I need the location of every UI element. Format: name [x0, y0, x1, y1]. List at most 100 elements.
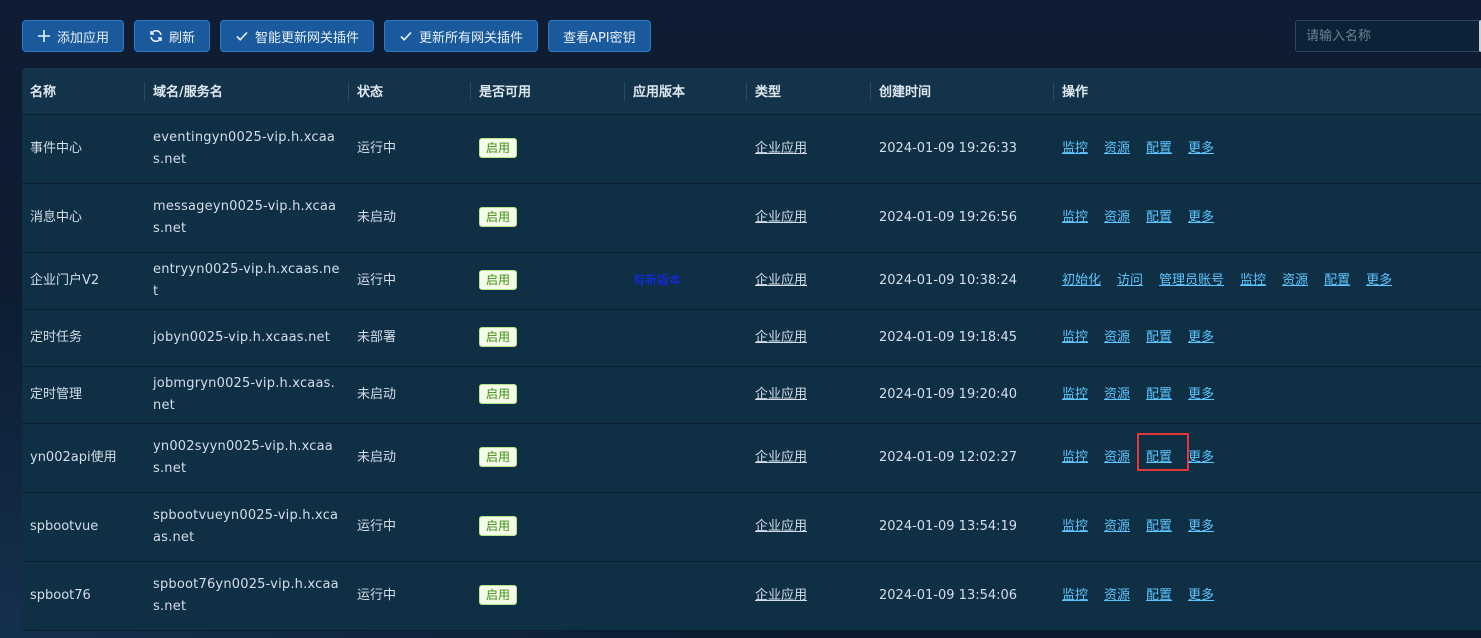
- action-link[interactable]: 监控: [1240, 270, 1266, 292]
- created-time: 2024-01-09 13:54:06: [871, 561, 1054, 631]
- app-status: 运行中: [349, 252, 471, 310]
- app-domain: eventingyn0025-vip.h.xcaas.net: [145, 114, 349, 184]
- action-link[interactable]: 资源: [1104, 447, 1130, 469]
- enabled-badge: 启用: [479, 515, 518, 536]
- column-header-name: 名称: [22, 68, 145, 115]
- app-type[interactable]: 企业应用: [755, 387, 807, 402]
- actions-cell: 监控 资源 配置 更多: [1054, 492, 1481, 562]
- version-cell: [625, 423, 747, 493]
- version-cell: 有新版本: [625, 252, 747, 310]
- action-link[interactable]: 监控: [1062, 138, 1088, 160]
- action-link[interactable]: 配置: [1324, 270, 1350, 292]
- action-link[interactable]: 更多: [1188, 207, 1214, 229]
- actions-group: 监控 资源 配置 更多: [1062, 138, 1473, 160]
- app-type[interactable]: 企业应用: [755, 330, 807, 345]
- version-cell: [625, 309, 747, 367]
- app-type[interactable]: 企业应用: [755, 141, 807, 156]
- version-cell: [625, 366, 747, 424]
- action-link[interactable]: 更多: [1188, 447, 1214, 469]
- created-time: 2024-01-09 12:02:27: [871, 423, 1054, 493]
- action-link[interactable]: 资源: [1104, 138, 1130, 160]
- smart-update-gateway-button[interactable]: 智能更新网关插件: [220, 20, 375, 52]
- action-link[interactable]: 资源: [1104, 516, 1130, 538]
- search-input[interactable]: [1295, 20, 1481, 52]
- enabled-cell: 启用: [471, 423, 625, 493]
- app-type[interactable]: 企业应用: [755, 519, 807, 534]
- type-cell: 企业应用: [747, 561, 871, 631]
- actions-group: 监控 资源 配置 更多: [1062, 384, 1473, 406]
- action-link[interactable]: 配置: [1146, 138, 1172, 160]
- action-link[interactable]: 监控: [1062, 207, 1088, 229]
- column-header-status: 状态: [349, 68, 471, 115]
- app-name: spboot76: [22, 561, 145, 631]
- version-link[interactable]: 有新版本: [633, 273, 681, 287]
- app-type[interactable]: 企业应用: [755, 210, 807, 225]
- action-link[interactable]: 配置: [1146, 207, 1172, 229]
- app-domain: messageyn0025-vip.h.xcaas.net: [145, 183, 349, 253]
- action-link[interactable]: 资源: [1104, 585, 1130, 607]
- app-domain: yn002syyn0025-vip.h.xcaas.net: [145, 423, 349, 493]
- table-row: 企业门户V2 entryyn0025-vip.h.xcaas.net 运行中 启…: [22, 252, 1481, 310]
- action-link[interactable]: 更多: [1188, 516, 1214, 538]
- app-type[interactable]: 企业应用: [755, 450, 807, 465]
- table-row: spbootvue spbootvueyn0025-vip.h.xcaas.ne…: [22, 492, 1481, 562]
- app-domain: entryyn0025-vip.h.xcaas.net: [145, 252, 349, 310]
- app-status: 未部署: [349, 309, 471, 367]
- refresh-button[interactable]: 刷新: [134, 20, 211, 52]
- table-header: 名称 域名/服务名 状态 是否可用 应用版本 类型 创建时间 操作: [22, 68, 1481, 115]
- app-name: 消息中心: [22, 183, 145, 253]
- action-link[interactable]: 更多: [1366, 270, 1392, 292]
- action-link[interactable]: 更多: [1188, 327, 1214, 349]
- actions-cell: 监控 资源 配置 更多: [1054, 309, 1481, 367]
- view-api-key-button[interactable]: 查看API密钥: [548, 20, 651, 52]
- enabled-badge: 启用: [479, 584, 518, 605]
- action-link[interactable]: 初始化: [1062, 270, 1101, 292]
- actions-group: 监控 资源 配置 更多: [1062, 327, 1473, 349]
- action-link[interactable]: 监控: [1062, 384, 1088, 406]
- actions-group: 监控 资源 配置 更多: [1062, 207, 1473, 229]
- version-cell: [625, 183, 747, 253]
- action-link[interactable]: 更多: [1188, 585, 1214, 607]
- app-name: spbootvue: [22, 492, 145, 562]
- action-link[interactable]: 配置: [1146, 585, 1172, 607]
- action-link[interactable]: 资源: [1104, 384, 1130, 406]
- action-link[interactable]: 配置: [1137, 432, 1190, 471]
- action-link[interactable]: 资源: [1104, 327, 1130, 349]
- enabled-cell: 启用: [471, 309, 625, 367]
- action-link[interactable]: 资源: [1282, 270, 1308, 292]
- action-link[interactable]: 监控: [1062, 327, 1088, 349]
- action-link[interactable]: 资源: [1104, 207, 1130, 229]
- enabled-cell: 启用: [471, 114, 625, 184]
- action-link[interactable]: 监控: [1062, 516, 1088, 538]
- action-link[interactable]: 配置: [1146, 327, 1172, 349]
- action-link[interactable]: 更多: [1188, 138, 1214, 160]
- check-icon: [235, 29, 249, 43]
- action-link[interactable]: 访问: [1117, 270, 1143, 292]
- check-icon: [399, 29, 413, 43]
- created-time: 2024-01-09 19:20:40: [871, 366, 1054, 424]
- column-header-type: 类型: [747, 68, 871, 115]
- action-link[interactable]: 管理员账号: [1159, 270, 1224, 292]
- type-cell: 企业应用: [747, 423, 871, 493]
- app-type[interactable]: 企业应用: [755, 588, 807, 603]
- actions-group: 初始化 访问 管理员账号 监控 资源 配置 更多: [1062, 270, 1473, 292]
- enabled-badge: 启用: [479, 206, 518, 227]
- actions-cell: 监控 资源 配置 更多: [1054, 114, 1481, 184]
- action-link[interactable]: 更多: [1188, 384, 1214, 406]
- type-cell: 企业应用: [747, 309, 871, 367]
- plus-icon: [37, 29, 51, 43]
- action-link[interactable]: 监控: [1062, 447, 1088, 469]
- app-domain: jobyn0025-vip.h.xcaas.net: [145, 309, 349, 367]
- created-time: 2024-01-09 13:54:19: [871, 492, 1054, 562]
- add-app-button[interactable]: 添加应用: [22, 20, 125, 52]
- action-link[interactable]: 监控: [1062, 585, 1088, 607]
- action-link[interactable]: 配置: [1146, 384, 1172, 406]
- app-status: 未启动: [349, 423, 471, 493]
- enabled-cell: 启用: [471, 183, 625, 253]
- version-cell: [625, 492, 747, 562]
- app-name: 定时管理: [22, 366, 145, 424]
- app-type[interactable]: 企业应用: [755, 273, 807, 288]
- update-all-gateway-button[interactable]: 更新所有网关插件: [384, 20, 539, 52]
- refresh-icon: [149, 29, 163, 43]
- action-link[interactable]: 配置: [1146, 516, 1172, 538]
